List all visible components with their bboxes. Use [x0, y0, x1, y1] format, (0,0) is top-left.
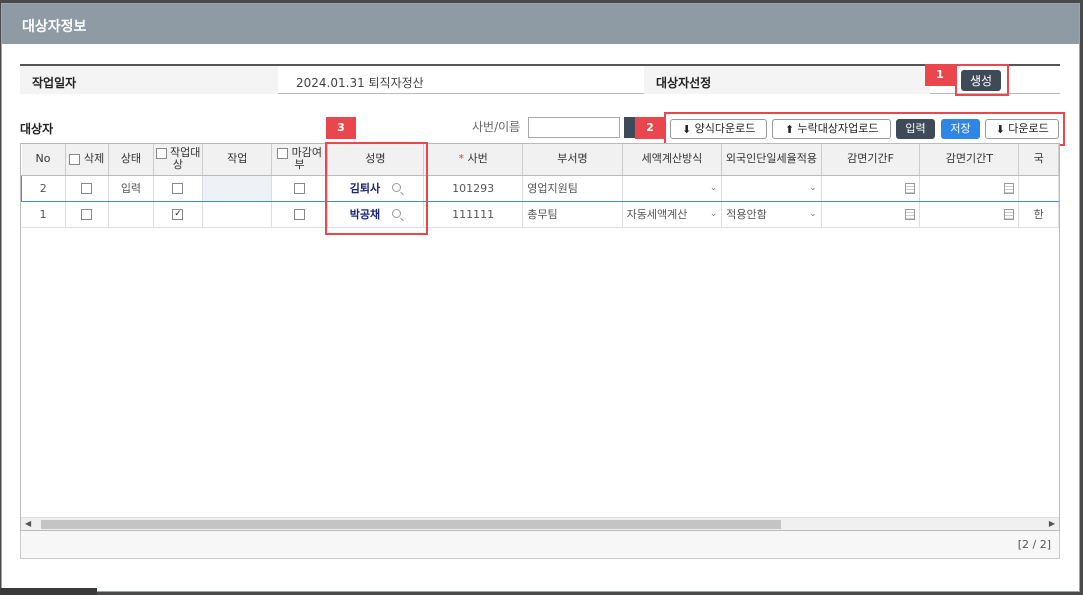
status-cell	[108, 201, 154, 228]
chevron-down-icon: ⌄	[709, 209, 718, 219]
chevron-down-icon: ⌄	[809, 183, 817, 193]
delete-checkbox[interactable]	[81, 183, 93, 194]
col-no: No	[21, 144, 66, 176]
target-grid: No 삭제 상태 작업대상 작업 마감여부 성명 * 사번 부서명 세액계산방식…	[20, 143, 1060, 531]
delete-checkbox-cell[interactable]	[65, 174, 110, 202]
closed-checkbox-cell[interactable]	[271, 201, 328, 228]
row-no: 2	[21, 174, 66, 202]
reduction-to-cell[interactable]	[919, 174, 1020, 202]
horizontal-scrollbar[interactable]: ◀ ▶	[21, 517, 1059, 530]
callout-number-2: 2	[635, 117, 665, 139]
extra-cell: 한	[1018, 201, 1059, 228]
table-row[interactable]: 1 ✓ 박공채 111111 총무팀 자동세액계산 ⌄ 적용안함 ⌄ 한	[21, 201, 1059, 228]
col-work-target[interactable]: 작업대상	[153, 144, 204, 176]
delete-all-checkbox[interactable]	[69, 153, 81, 165]
page-indicator: [2 / 2]	[1017, 538, 1051, 551]
scroll-right-icon[interactable]: ▶	[1049, 519, 1055, 528]
work-target-cell[interactable]: ✓	[153, 201, 204, 228]
calendar-icon[interactable]	[1004, 208, 1015, 220]
work-cell	[202, 201, 273, 228]
calendar-icon[interactable]	[905, 208, 916, 220]
emp-no-cell: 111111	[423, 201, 524, 228]
reduction-to-cell[interactable]	[919, 201, 1020, 228]
dialog-title: 대상자정보	[2, 4, 1079, 44]
col-tax-method: 세액계산방식	[622, 144, 723, 176]
col-closed[interactable]: 마감여부	[271, 144, 328, 176]
row-no: 1	[21, 201, 66, 228]
foreign-flat-select[interactable]: 적용안함 ⌄	[721, 201, 822, 228]
required-marker: *	[458, 152, 465, 166]
scroll-left-icon[interactable]: ◀	[25, 519, 31, 528]
dept-cell: 총무팀	[522, 201, 623, 228]
work-target-cell[interactable]	[153, 174, 204, 202]
work-info-bar: 작업일자 2024.01.31 퇴직자정산 대상자선정	[20, 64, 1060, 94]
reduction-from-cell[interactable]	[821, 174, 921, 202]
work-target-checkbox-checked[interactable]: ✓	[172, 209, 184, 220]
col-work-target-label: 작업대상	[170, 146, 201, 172]
calendar-icon[interactable]	[1004, 182, 1015, 194]
delete-checkbox[interactable]	[81, 209, 93, 220]
col-status: 상태	[108, 144, 154, 176]
status-cell: 입력	[108, 174, 154, 202]
taskbar-edge	[0, 588, 97, 595]
closed-checkbox-cell[interactable]	[271, 174, 328, 202]
closed-checkbox[interactable]	[294, 209, 306, 220]
tax-method-select[interactable]: 자동세액계산 ⌄	[622, 201, 723, 228]
extra-cell	[1018, 174, 1059, 202]
dept-cell: 영업지원팀	[522, 174, 623, 202]
foreign-flat-value: 적용안함	[726, 208, 767, 221]
reduction-from-cell[interactable]	[821, 201, 921, 228]
search-label: 사번/이름	[472, 120, 521, 134]
pager: [2 / 2]	[20, 531, 1060, 559]
emp-no-cell: 101293	[423, 174, 524, 202]
section-title: 대상자	[20, 122, 54, 136]
work-cell	[202, 174, 273, 202]
chevron-down-icon: ⌄	[709, 183, 718, 193]
closed-all-checkbox[interactable]	[277, 147, 289, 159]
col-work: 작업	[202, 144, 273, 176]
table-header-row: No 삭제 상태 작업대상 작업 마감여부 성명 * 사번 부서명 세액계산방식…	[21, 144, 1059, 176]
work-target-all-checkbox[interactable]	[155, 147, 167, 159]
work-target-checkbox[interactable]	[172, 183, 184, 194]
foreign-flat-select[interactable]: ⌄	[721, 174, 822, 202]
col-dept: 부서명	[522, 144, 623, 176]
callout-box-3	[325, 142, 428, 235]
target-select-label: 대상자선정	[656, 76, 712, 90]
tax-method-select[interactable]: ⌄	[622, 174, 723, 202]
tax-method-value: 자동세액계산	[626, 208, 688, 221]
col-delete-label: 삭제	[83, 152, 105, 166]
col-foreign-flat: 외국인단일세율적용	[721, 144, 822, 176]
calendar-icon[interactable]	[905, 182, 916, 194]
col-closed-label: 마감여부	[291, 146, 322, 172]
col-reduction-to: 감면기간T	[919, 144, 1020, 176]
col-extra: 국	[1018, 144, 1059, 176]
closed-checkbox[interactable]	[294, 183, 306, 194]
chevron-down-icon: ⌄	[809, 209, 817, 219]
callout-number-1: 1	[925, 64, 955, 86]
delete-checkbox-cell[interactable]	[65, 201, 110, 228]
col-delete[interactable]: 삭제	[65, 144, 110, 176]
search-input[interactable]	[528, 117, 620, 138]
scrollbar-thumb[interactable]	[41, 520, 781, 529]
table-row[interactable]: 2 입력 김퇴사 101293 영업지원팀 ⌄ ⌄	[21, 174, 1059, 202]
col-reduction-from: 감면기간F	[821, 144, 921, 176]
callout-box-1	[955, 64, 1009, 96]
col-emp-no: * 사번	[423, 144, 524, 176]
work-date-label: 작업일자	[32, 76, 77, 90]
col-emp-no-label: 사번	[467, 152, 488, 166]
callout-box-2	[664, 112, 1065, 146]
target-table: No 삭제 상태 작업대상 작업 마감여부 성명 * 사번 부서명 세액계산방식…	[21, 144, 1059, 228]
callout-number-3: 3	[326, 117, 356, 139]
work-date-value: 2024.01.31 퇴직자정산	[296, 76, 424, 90]
